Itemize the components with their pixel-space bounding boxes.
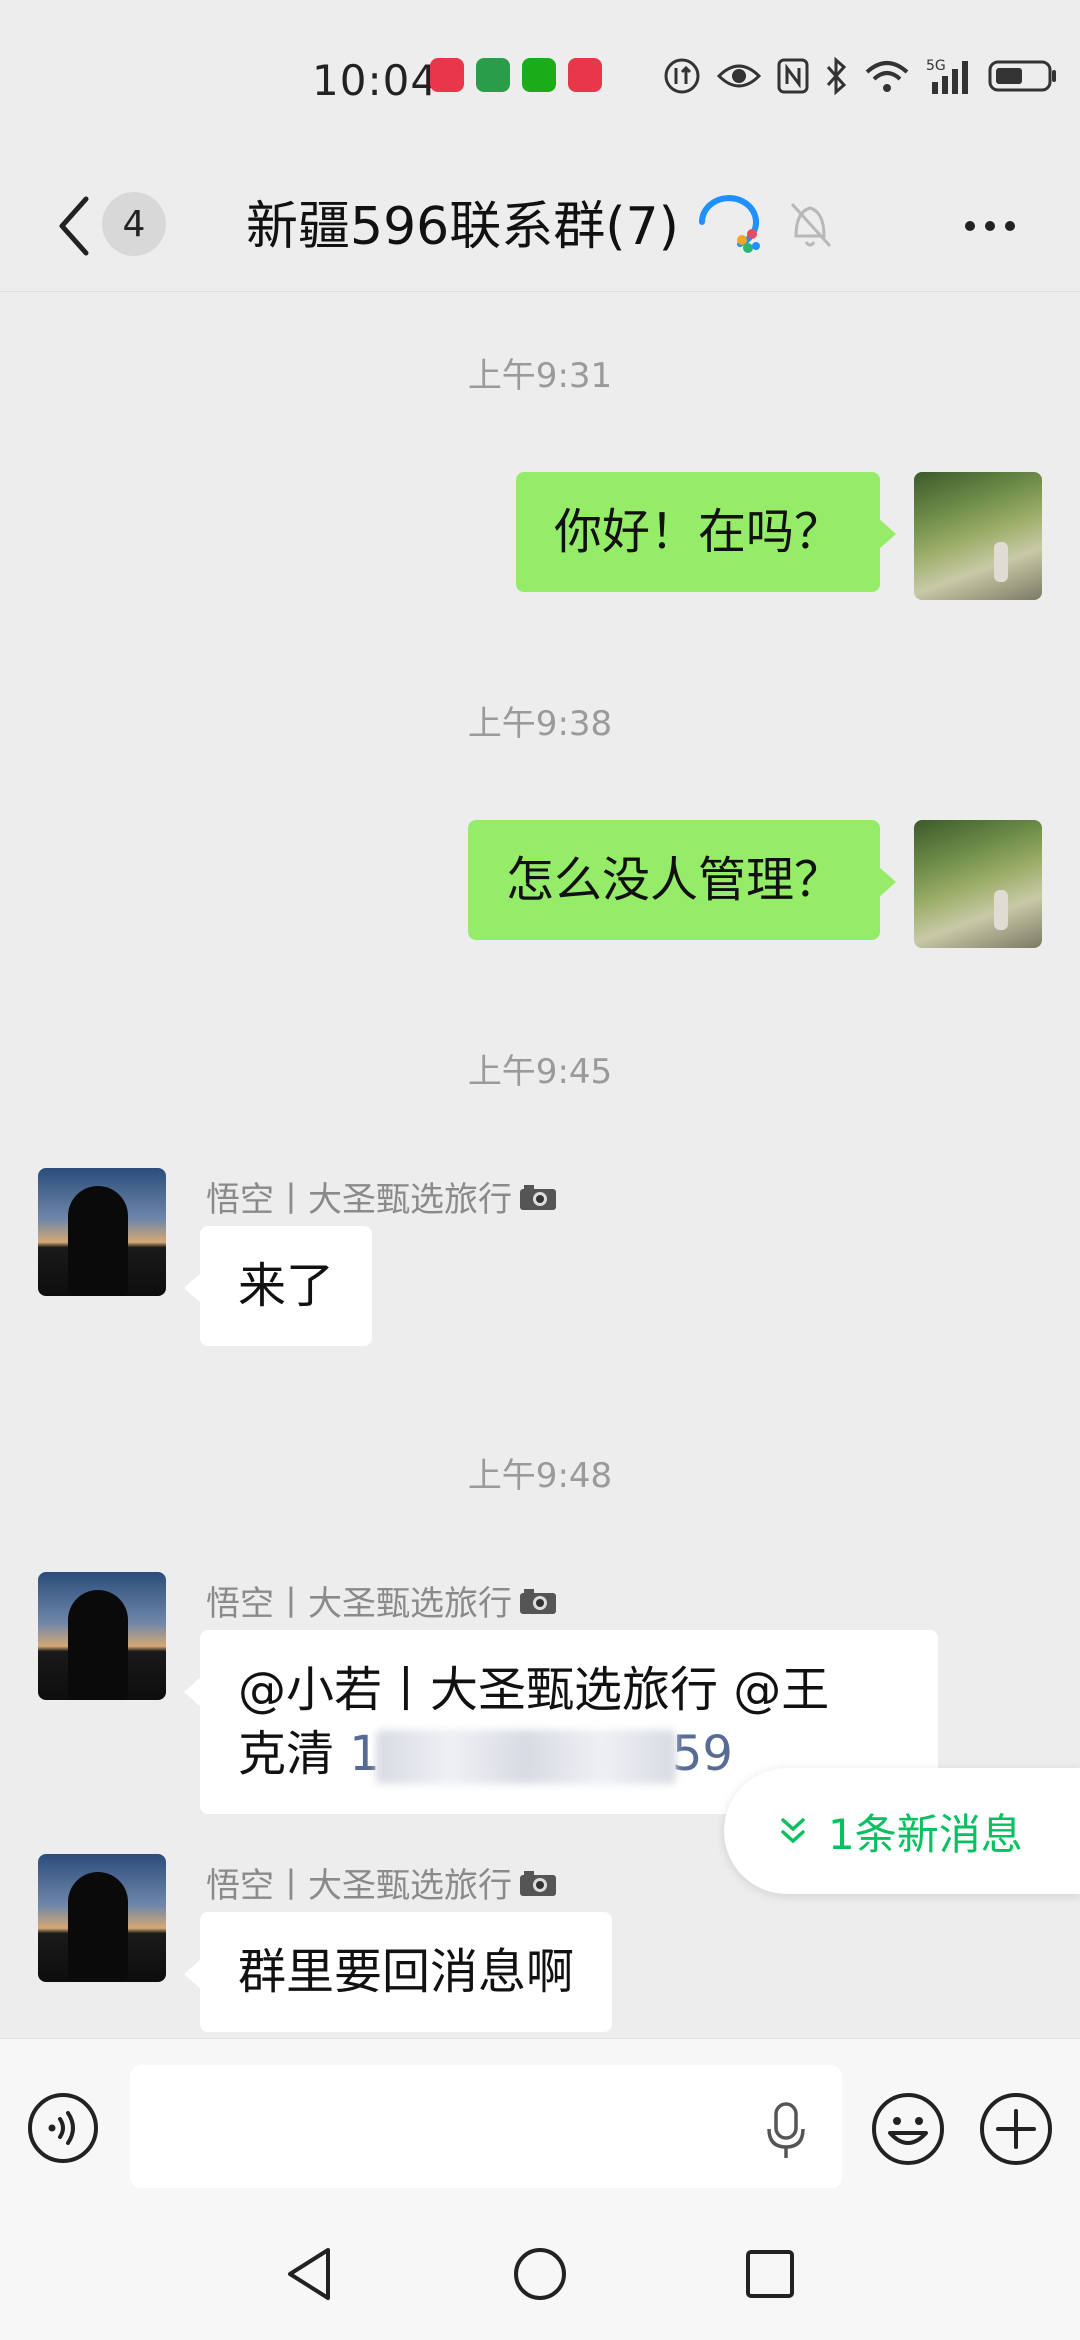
sender-name-text: 悟空丨大圣甄选旅行 — [206, 1584, 512, 1624]
dot-icon — [985, 221, 995, 231]
signal-5g-icon: 5G — [926, 58, 968, 94]
game-center-icon — [476, 58, 510, 92]
new-message-pill[interactable]: 1条新消息 — [724, 1768, 1080, 1894]
nav-back-button[interactable] — [282, 2244, 338, 2304]
unread-count-badge: 4 — [102, 192, 166, 256]
sender-avatar[interactable] — [38, 1572, 166, 1700]
redacted-blur — [375, 1730, 676, 1784]
camera-emoji-icon — [520, 1870, 556, 1896]
battery-icon — [988, 60, 1056, 92]
incoming-message-bubble[interactable]: 来了 — [183, 1226, 373, 1346]
wecom-icon[interactable] — [694, 188, 764, 258]
sender-name: 悟空丨大圣甄选旅行 — [206, 1858, 558, 1907]
page-title: 新疆596联系群(7) — [246, 197, 679, 257]
voice-mode-button[interactable] — [26, 2091, 100, 2165]
more-options-button[interactable] — [950, 198, 1030, 254]
microphone-icon[interactable] — [764, 2101, 808, 2161]
message-timestamp: 上午9:38 — [467, 704, 613, 744]
sender-avatar[interactable] — [38, 1168, 166, 1296]
emoji-button[interactable] — [870, 2091, 946, 2167]
wechat-icon — [522, 58, 556, 92]
my-avatar[interactable] — [914, 820, 1042, 948]
system-navigation-bar — [0, 2188, 1080, 2340]
new-message-label: 1条新消息 — [828, 1809, 1023, 1859]
my-avatar[interactable] — [914, 472, 1042, 600]
bluetooth-icon — [826, 56, 847, 96]
camera-emoji-icon — [520, 1588, 556, 1614]
dot-icon — [965, 221, 975, 231]
double-chevron-down-icon — [781, 1818, 805, 1844]
incoming-message-bubble[interactable]: 群里要回消息啊 — [183, 1912, 613, 2032]
status-time: 10:04 — [312, 56, 439, 105]
data-saver-icon — [664, 58, 700, 94]
phone-number-link[interactable]: 1 59 — [349, 1726, 733, 1784]
nfc-icon — [777, 58, 809, 94]
message-timestamp: 上午9:45 — [467, 1052, 613, 1092]
sender-name: 悟空丨大圣甄选旅行 — [206, 1576, 558, 1625]
camera-emoji-icon — [520, 1184, 556, 1210]
muted-bell-icon — [790, 202, 832, 248]
wechat-group-chat-screen: 10:04 5G 4 新疆596联系群(7) 上午9:31 你好！在吗？ 上午9… — [0, 0, 1080, 2340]
message-timestamp: 上午9:31 — [467, 356, 613, 396]
huawei-appgallery-icon — [430, 58, 464, 92]
status-bar: 10:04 5G — [0, 0, 1080, 160]
message-text: 克清 — [238, 1726, 350, 1782]
sender-avatar[interactable] — [38, 1854, 166, 1982]
notification-icons — [430, 58, 602, 92]
back-button[interactable] — [44, 188, 104, 264]
wifi-icon — [865, 61, 909, 92]
svg-text:5G: 5G — [926, 58, 946, 74]
chat-input-bar — [0, 2038, 1080, 2189]
sender-name-text: 悟空丨大圣甄选旅行 — [206, 1866, 512, 1906]
chevron-left-icon — [59, 196, 89, 256]
more-functions-button[interactable] — [978, 2091, 1054, 2167]
huawei-appgallery-icon — [568, 58, 602, 92]
sender-name-text: 悟空丨大圣甄选旅行 — [206, 1180, 512, 1220]
message-text-line: @小若丨大圣甄选旅行 @王 — [238, 1662, 830, 1718]
message-list[interactable]: 上午9:31 你好！在吗？ 上午9:38 怎么没人管理？ 上午9:45 悟空丨大… — [0, 292, 1080, 2038]
chat-header: 4 新疆596联系群(7) — [0, 160, 1080, 292]
phone-number-end: 59 — [671, 1726, 733, 1782]
eye-comfort-icon — [716, 64, 762, 88]
nav-home-button[interactable] — [512, 2244, 568, 2304]
sender-name: 悟空丨大圣甄选旅行 — [206, 1172, 558, 1221]
nav-recents-button[interactable] — [742, 2244, 798, 2304]
message-timestamp: 上午9:48 — [467, 1456, 613, 1496]
system-status-icons: 5G — [662, 56, 1058, 96]
outgoing-message-bubble[interactable]: 怎么没人管理？ — [467, 820, 897, 940]
dot-icon — [1005, 221, 1015, 231]
outgoing-message-bubble[interactable]: 你好！在吗？ — [515, 472, 897, 592]
message-input[interactable] — [130, 2065, 842, 2189]
